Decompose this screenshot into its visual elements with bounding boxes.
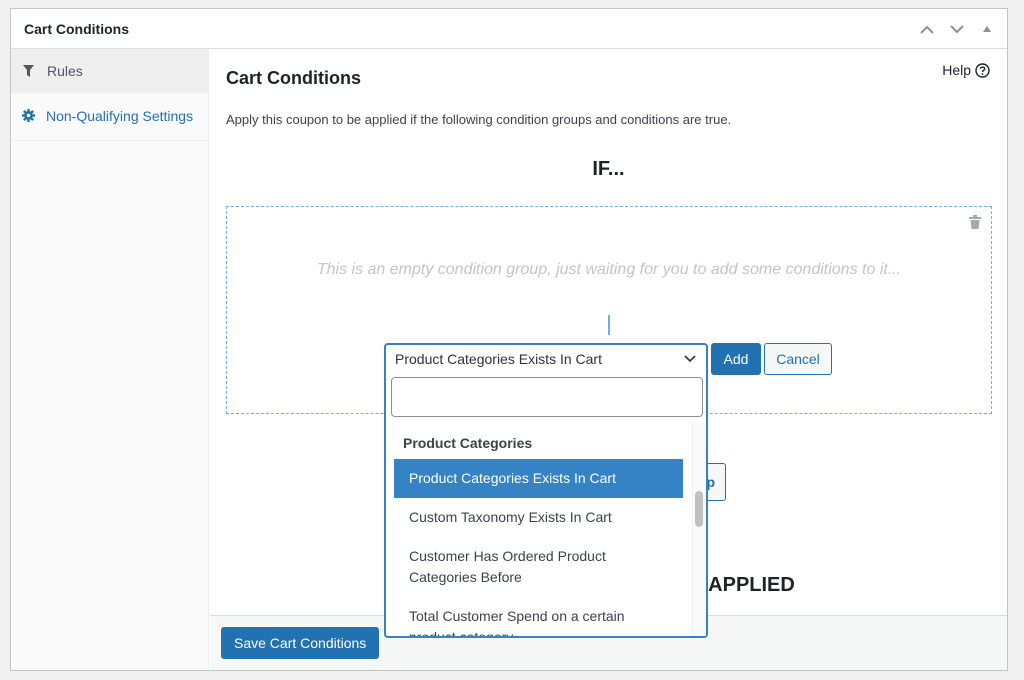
- save-cart-conditions-button[interactable]: Save Cart Conditions: [221, 627, 380, 659]
- options-scrollbar[interactable]: [692, 421, 706, 636]
- question-circle-icon: [975, 62, 990, 78]
- connector-line: [608, 315, 610, 335]
- triangle-up-icon: [983, 26, 991, 32]
- chevron-up-icon: [920, 25, 934, 34]
- chevron-down-icon: [950, 24, 964, 33]
- cancel-button[interactable]: Cancel: [764, 343, 832, 375]
- panel-header: Cart Conditions: [11, 9, 1007, 49]
- move-down-button[interactable]: [949, 21, 965, 37]
- panel-title: Cart Conditions: [24, 20, 129, 37]
- condition-type-select[interactable]: Product Categories Exists In Cart Produc…: [384, 343, 708, 638]
- filter-icon: [23, 61, 37, 83]
- option-item[interactable]: Product Categories Exists In Cart: [394, 459, 683, 498]
- add-condition-button[interactable]: Add: [711, 343, 761, 375]
- description-text: Apply this coupon to be applied if the f…: [226, 112, 732, 127]
- sidebar-item-non-qualifying-settings[interactable]: Non-Qualifying Settings: [11, 93, 208, 141]
- empty-group-message: This is an empty condition group, just w…: [316, 261, 902, 278]
- delete-group-button[interactable]: [969, 215, 981, 234]
- option-item[interactable]: Customer Has Ordered Product Categories …: [394, 537, 683, 597]
- toggle-panel-button[interactable]: [979, 21, 995, 37]
- chevron-down-icon: [684, 355, 696, 363]
- if-heading: IF...: [592, 158, 625, 180]
- header-controls: [919, 9, 995, 49]
- help-label: Help: [942, 62, 971, 78]
- option-item[interactable]: Total Customer Spend on a certain produc…: [394, 597, 683, 636]
- sidebar: Rules Non-Qualifying Settings: [11, 49, 209, 670]
- section-title: Cart Conditions: [226, 68, 361, 88]
- options-list: Product Categories Product Categories Ex…: [386, 421, 692, 636]
- sidebar-item-label: Non-Qualifying Settings: [46, 108, 194, 124]
- scrollbar-thumb[interactable]: [695, 491, 703, 527]
- gear-icon: [22, 106, 36, 128]
- sidebar-item-label: Rules: [47, 63, 83, 79]
- move-up-button[interactable]: [919, 21, 935, 37]
- help-link[interactable]: Help: [942, 62, 990, 78]
- select-current-value[interactable]: Product Categories Exists In Cart: [386, 345, 706, 375]
- option-group-label: Product Categories: [403, 435, 533, 451]
- selected-value-text: Product Categories Exists In Cart: [395, 351, 602, 367]
- option-item[interactable]: Custom Taxonomy Exists In Cart: [394, 498, 683, 537]
- sidebar-item-rules[interactable]: Rules: [11, 49, 208, 93]
- trash-icon: [969, 215, 981, 229]
- select-search-input[interactable]: [391, 377, 703, 417]
